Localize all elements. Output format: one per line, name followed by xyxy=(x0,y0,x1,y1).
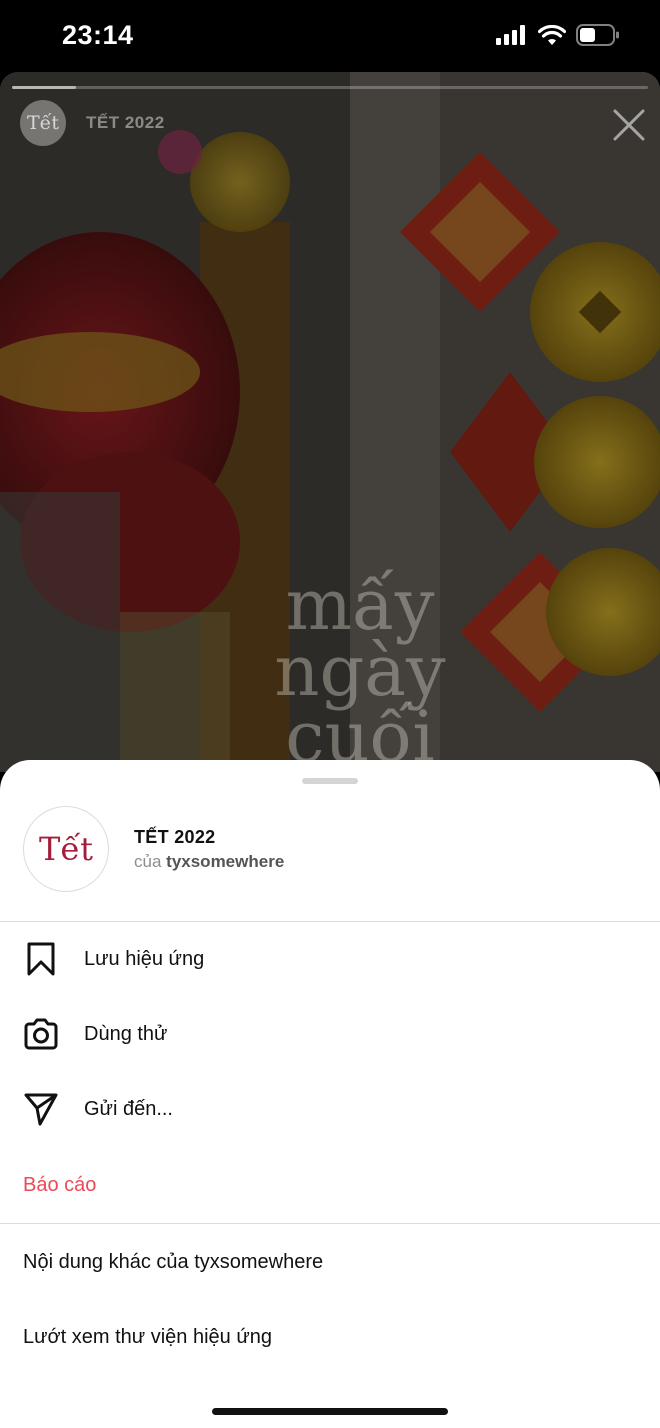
try-effect-label: Dùng thử xyxy=(84,1022,168,1045)
try-effect-button[interactable]: Dùng thử xyxy=(0,998,660,1070)
sheet-grabber[interactable] xyxy=(302,778,358,784)
story-progress-bar xyxy=(12,86,648,89)
paper-plane-icon xyxy=(22,1090,60,1128)
story-progress-fill xyxy=(12,86,76,89)
wifi-icon xyxy=(538,24,566,45)
effect-info: TẾT 2022 của tyxsomewhere xyxy=(134,827,284,872)
save-effect-label: Lưu hiệu ứng xyxy=(84,947,205,970)
story-header: Tết TẾT 2022 xyxy=(20,100,165,146)
report-button[interactable]: Báo cáo xyxy=(0,1149,660,1221)
effect-options-sheet: Tết TẾT 2022 của tyxsomewhere Lưu hiệu ứ… xyxy=(0,760,660,1428)
divider xyxy=(0,1223,660,1224)
browse-effects-gallery-label: Lướt xem thư viện hiệu ứng xyxy=(23,1325,272,1348)
cellular-signal-icon xyxy=(496,25,525,45)
close-icon[interactable] xyxy=(612,108,646,142)
status-icons xyxy=(496,24,620,46)
divider xyxy=(0,921,660,922)
effect-header[interactable]: Tết TẾT 2022 của tyxsomewhere xyxy=(23,806,284,892)
status-bar: 23:14 xyxy=(0,0,660,72)
story-preview: Tết TẾT 2022 mấy ngày cuối xyxy=(0,72,660,772)
effect-avatar[interactable]: Tết xyxy=(23,806,109,892)
effect-by-prefix: của xyxy=(134,851,162,871)
save-effect-button[interactable]: Lưu hiệu ứng xyxy=(0,923,660,995)
browse-effects-gallery-button[interactable]: Lướt xem thư viện hiệu ứng xyxy=(0,1301,660,1373)
story-effect-avatar[interactable]: Tết xyxy=(20,100,66,146)
send-to-button[interactable]: Gửi đến... xyxy=(0,1073,660,1145)
send-to-label: Gửi đến... xyxy=(84,1097,173,1120)
more-from-author-button[interactable]: Nội dung khác của tyxsomewhere xyxy=(0,1226,660,1298)
camera-icon xyxy=(22,1015,60,1053)
more-from-author-label: Nội dung khác của tyxsomewhere xyxy=(23,1250,324,1273)
screen: 23:14 Tết TẾT 2022 mấy ngày cuối Tết TẾT… xyxy=(0,0,660,1428)
effect-author-name[interactable]: tyxsomewhere xyxy=(166,852,284,871)
effect-name: TẾT 2022 xyxy=(134,826,216,847)
story-effect-title[interactable]: TẾT 2022 xyxy=(86,113,165,133)
report-label: Báo cáo xyxy=(23,1173,97,1196)
bookmark-icon xyxy=(22,940,60,978)
story-overlay-text: mấy ngày cuối xyxy=(230,564,490,772)
battery-icon xyxy=(576,24,619,46)
story-overlay-line: mấy xyxy=(285,564,435,646)
home-indicator[interactable] xyxy=(212,1408,448,1415)
status-time: 23:14 xyxy=(62,20,134,50)
effect-author-line: của tyxsomewhere xyxy=(134,852,284,872)
story-overlay-line: ngày xyxy=(274,630,446,712)
